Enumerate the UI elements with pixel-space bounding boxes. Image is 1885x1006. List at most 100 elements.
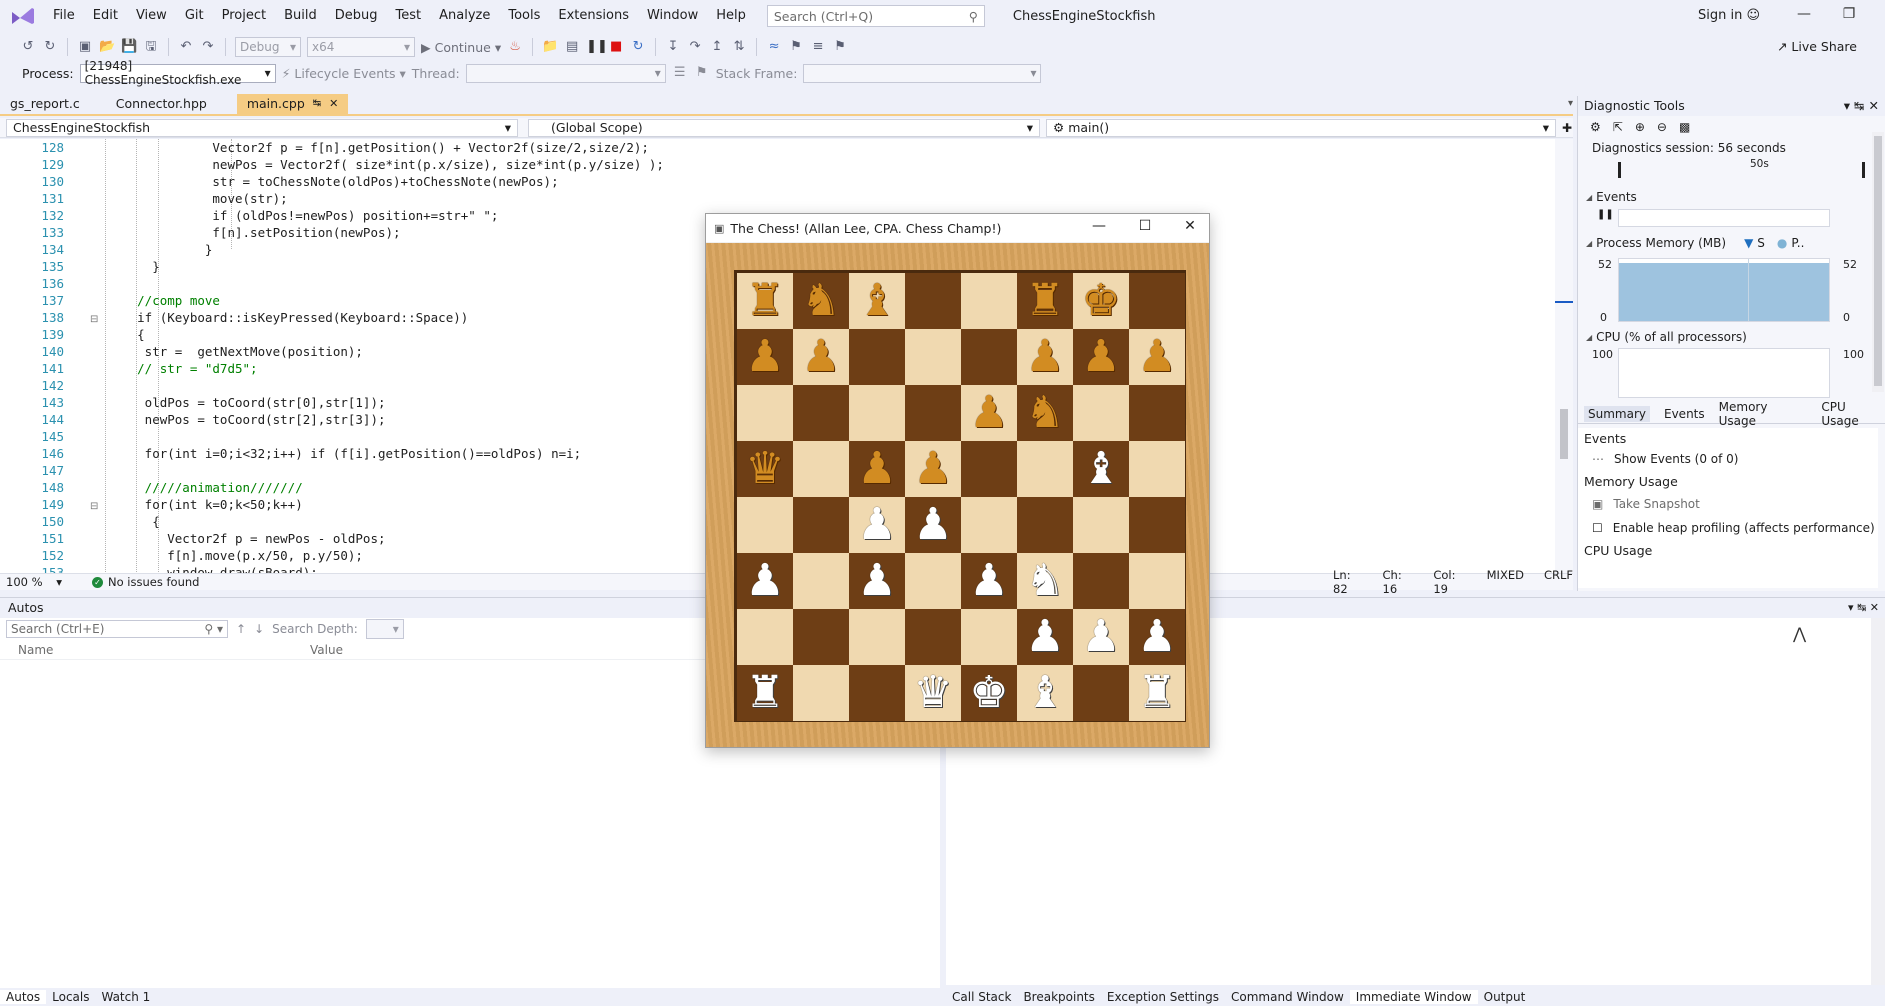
zoom-select[interactable]: 100 % ▾	[6, 575, 62, 589]
board-square[interactable]: ♞	[1017, 553, 1073, 609]
board-square[interactable]	[793, 441, 849, 497]
board-square[interactable]: ♞	[1017, 385, 1073, 441]
filter-icon[interactable]: ☰	[672, 65, 688, 81]
immediate-scrollbar[interactable]	[1871, 618, 1885, 985]
black-king-icon[interactable]: ♚	[1081, 279, 1120, 323]
white-knight-icon[interactable]: ♞	[1025, 559, 1064, 603]
board-square[interactable]: ♜	[737, 273, 793, 329]
editor-scrollbar[interactable]	[1555, 139, 1573, 576]
board-square[interactable]: ♜	[1129, 665, 1185, 721]
white-rook-icon[interactable]: ♜	[745, 671, 784, 715]
white-pawn-icon[interactable]: ♟	[969, 559, 1008, 603]
board-square[interactable]	[961, 441, 1017, 497]
tab-events[interactable]: Events	[1664, 407, 1705, 421]
board-square[interactable]: ♛	[905, 665, 961, 721]
column-name[interactable]: Name	[0, 643, 310, 657]
black-pawn-icon[interactable]: ♟	[1081, 335, 1120, 379]
tabs-mode[interactable]: MIXED	[1487, 568, 1524, 596]
close-icon[interactable]: ✕	[1175, 218, 1205, 234]
board-square[interactable]	[1129, 273, 1185, 329]
project-select[interactable]: ChessEngineStockfish ▾	[6, 118, 518, 137]
black-pawn-icon[interactable]: ♟	[969, 391, 1008, 435]
dropdown-icon[interactable]: ▾	[1848, 601, 1854, 614]
board-square[interactable]	[1129, 497, 1185, 553]
pin-icon[interactable]: ↹	[313, 94, 321, 114]
menu-edit[interactable]: Edit	[84, 0, 127, 32]
hex-icon[interactable]: ⇅	[731, 39, 747, 55]
settings-icon[interactable]: ⚙	[1590, 120, 1601, 134]
menu-view[interactable]: View	[127, 0, 176, 32]
board-square[interactable]: ♝	[1073, 441, 1129, 497]
board-square[interactable]	[793, 665, 849, 721]
platform-select[interactable]: x64 ▾	[307, 37, 415, 57]
open-folder-icon[interactable]: 📂	[99, 39, 115, 55]
menu-analyze[interactable]: Analyze	[430, 0, 499, 32]
board-square[interactable]	[849, 329, 905, 385]
step-out-icon[interactable]: ↥	[709, 39, 725, 55]
memory-section[interactable]: ◢ Process Memory (MB) ▼ S ● P..	[1578, 236, 1804, 250]
board-square[interactable]: ♟	[737, 329, 793, 385]
tab-gs-report[interactable]: gs_report.c	[0, 94, 90, 114]
board-square[interactable]	[1073, 385, 1129, 441]
menu-debug[interactable]: Debug	[326, 0, 387, 32]
board-square[interactable]: ♟	[1073, 609, 1129, 665]
board-square[interactable]: ♛	[737, 441, 793, 497]
close-icon[interactable]: ✕	[1870, 601, 1879, 614]
board-square[interactable]: ♟	[737, 553, 793, 609]
board-square[interactable]: ♟	[1017, 609, 1073, 665]
cpu-section[interactable]: ◢ CPU (% of all processors)	[1578, 330, 1747, 344]
menu-test[interactable]: Test	[387, 0, 431, 32]
tab-immediate-window[interactable]: Immediate Window	[1349, 990, 1478, 1004]
board-square[interactable]	[1073, 553, 1129, 609]
board-square[interactable]: ♟	[961, 553, 1017, 609]
menu-extensions[interactable]: Extensions	[549, 0, 638, 32]
tab-autos[interactable]: Autos	[0, 990, 47, 1004]
zoom-in-icon[interactable]: ⊕	[1635, 120, 1645, 134]
heap-profiling-checkbox[interactable]: ☐ Enable heap profiling (affects performa…	[1578, 521, 1878, 535]
menu-build[interactable]: Build	[275, 0, 326, 32]
chart-icon[interactable]: ▩	[1679, 120, 1690, 134]
minimize-icon[interactable]: —	[1084, 218, 1114, 234]
undo-icon[interactable]: ↶	[178, 39, 194, 55]
dropdown-icon[interactable]: ▾	[1844, 98, 1850, 113]
board-square[interactable]	[793, 553, 849, 609]
board-square[interactable]	[793, 609, 849, 665]
black-rook-icon[interactable]: ♜	[745, 279, 784, 323]
save-icon[interactable]: 💾	[121, 39, 137, 55]
board-square[interactable]: ♝	[1017, 665, 1073, 721]
board-square[interactable]: ♜	[737, 665, 793, 721]
tab-output[interactable]: Output	[1478, 990, 1532, 1004]
step-over-icon[interactable]: ↷	[687, 39, 703, 55]
restart-icon[interactable]: ↻	[630, 39, 646, 55]
tab-cpu-usage[interactable]: CPU Usage	[1821, 400, 1885, 428]
step-into-icon[interactable]: ↧	[665, 39, 681, 55]
menu-help[interactable]: Help	[707, 0, 755, 32]
flame-icon[interactable]: ♨	[507, 39, 523, 55]
lifecycle-events-button[interactable]: ⚡ Lifecycle Events ▾	[282, 66, 406, 81]
tab-watch-1[interactable]: Watch 1	[95, 990, 156, 1004]
board-square[interactable]	[905, 609, 961, 665]
white-pawn-icon[interactable]: ♟	[913, 503, 952, 547]
board-square[interactable]	[793, 385, 849, 441]
board-square[interactable]	[737, 497, 793, 553]
board-square[interactable]	[1073, 497, 1129, 553]
black-pawn-icon[interactable]: ♟	[1137, 335, 1176, 379]
board-square[interactable]: ♟	[849, 553, 905, 609]
black-knight-icon[interactable]: ♞	[1025, 391, 1064, 435]
board-square[interactable]	[849, 609, 905, 665]
board-square[interactable]	[905, 385, 961, 441]
signin-link[interactable]: Sign in ☺	[1698, 8, 1760, 23]
layout-icon[interactable]: ▤	[564, 39, 580, 55]
flag-icon[interactable]: ⚑	[788, 39, 804, 55]
board-square[interactable]: ♝	[849, 273, 905, 329]
redo-icon[interactable]: ↷	[200, 39, 216, 55]
search-input[interactable]: Search (Ctrl+Q) ⚲	[766, 5, 985, 27]
comment-icon[interactable]: ≡	[810, 39, 826, 55]
board-square[interactable]: ♟	[1017, 329, 1073, 385]
board-square[interactable]	[737, 609, 793, 665]
board-square[interactable]	[961, 273, 1017, 329]
black-pawn-icon[interactable]: ♟	[745, 335, 784, 379]
collapse-icon[interactable]: ⊟	[90, 501, 98, 512]
white-pawn-icon[interactable]: ♟	[1025, 615, 1064, 659]
export-icon[interactable]: ⇱	[1613, 120, 1623, 134]
